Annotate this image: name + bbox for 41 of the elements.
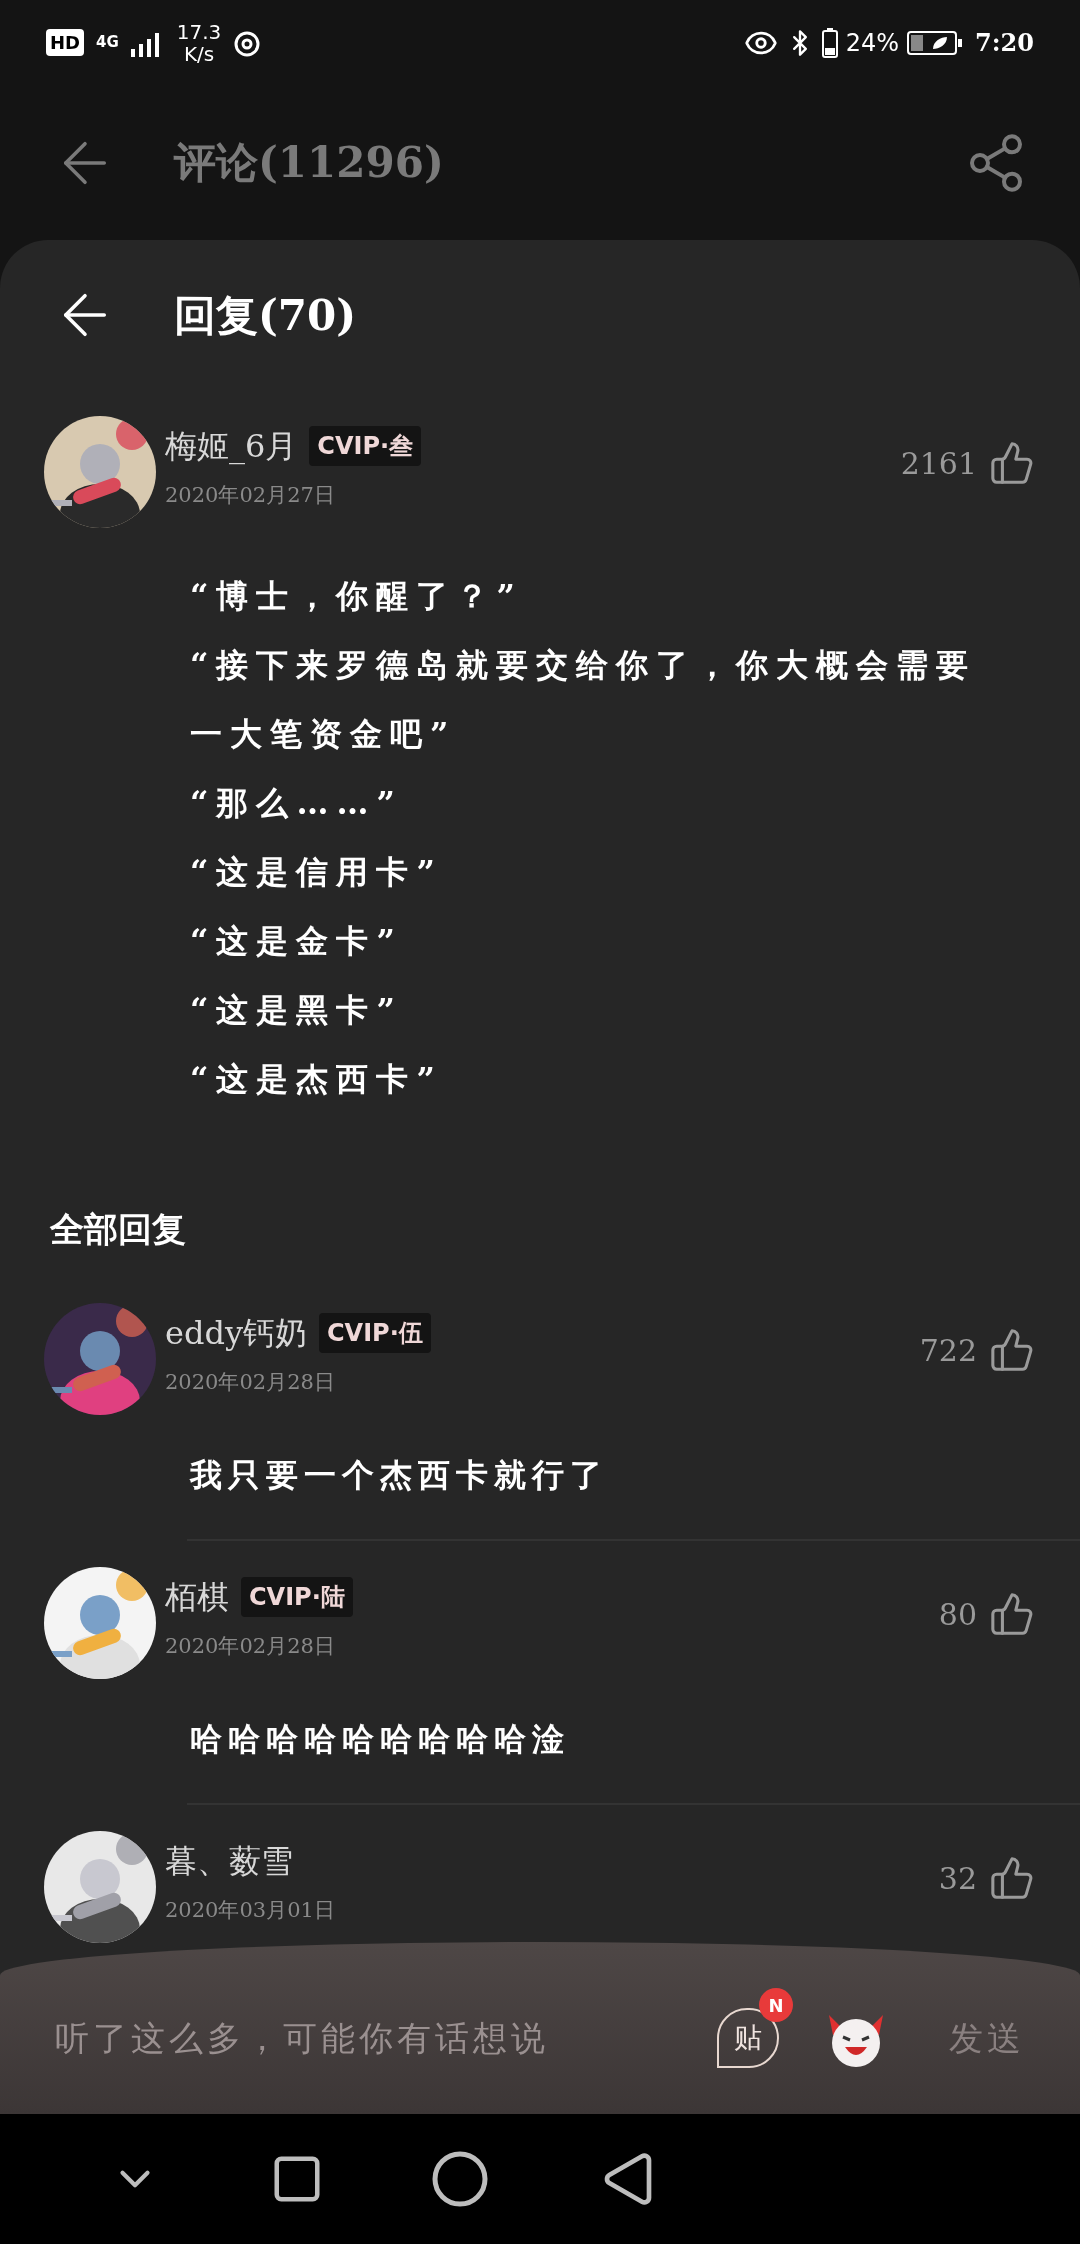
like-count: 32 xyxy=(938,1859,977,1898)
comment-text: “这是黑卡” xyxy=(190,990,404,1031)
hd-indicator: HD xyxy=(46,29,84,56)
reply-text: 我只要一个杰西卡就行了 xyxy=(190,1455,609,1496)
battery-small-icon xyxy=(821,27,838,58)
thumbs-up-icon[interactable] xyxy=(989,1591,1035,1637)
thumbs-up-icon[interactable] xyxy=(989,1327,1035,1373)
like-count: 80 xyxy=(938,1595,977,1634)
comment-date: 2020年03月01日 xyxy=(165,1897,336,1924)
comment-date: 2020年02月27日 xyxy=(165,482,336,509)
comment-text: “这是金卡” xyxy=(190,921,404,962)
clock-time: 7:20 xyxy=(975,26,1034,59)
comment-text: “这是杰西卡” xyxy=(190,1059,444,1100)
comment-text: “博士，你醒了？” xyxy=(190,576,524,617)
vip-badge: CVIP·陆 xyxy=(241,1577,353,1617)
user-name[interactable]: 栢棋 xyxy=(165,1573,229,1621)
like-count: 722 xyxy=(919,1331,977,1370)
network-speed: 17.3 xyxy=(176,20,222,43)
vip-badge: CVIP·伍 xyxy=(319,1313,431,1353)
new-badge: N xyxy=(759,1988,793,2022)
comment-text: “那么……” xyxy=(190,783,404,824)
network-type: 4G xyxy=(96,32,119,54)
reply-text: 哈哈哈哈哈哈哈哈哈淦 xyxy=(190,1719,571,1760)
thumbs-up-icon[interactable] xyxy=(989,440,1035,486)
section-title: 全部回复 xyxy=(50,1209,186,1249)
comment-date: 2020年02月28日 xyxy=(165,1369,336,1396)
user-name[interactable]: eddy钙奶 xyxy=(165,1309,307,1357)
battery-icon xyxy=(907,28,964,57)
sheet-title: 回复(70) xyxy=(174,289,357,342)
battery-percent: 24% xyxy=(845,27,900,59)
comment-date: 2020年02月28日 xyxy=(165,1633,336,1660)
comment-text: “这是信用卡” xyxy=(190,852,444,893)
like-count: 2161 xyxy=(900,444,977,483)
home-icon[interactable] xyxy=(430,2149,490,2209)
user-name[interactable]: 暮、薮雪 xyxy=(165,1837,293,1885)
speed-unit: K/s xyxy=(183,42,215,65)
comment-text: “接下来罗德岛就要交给你了，你大概会需要一大笔资金吧” xyxy=(190,645,978,755)
user-name[interactable]: 梅姬_6月 xyxy=(165,422,298,470)
vip-badge: CVIP·叁 xyxy=(309,426,422,466)
page-title: 评论(11296) xyxy=(174,137,444,189)
thumbs-up-icon[interactable] xyxy=(989,1855,1035,1901)
